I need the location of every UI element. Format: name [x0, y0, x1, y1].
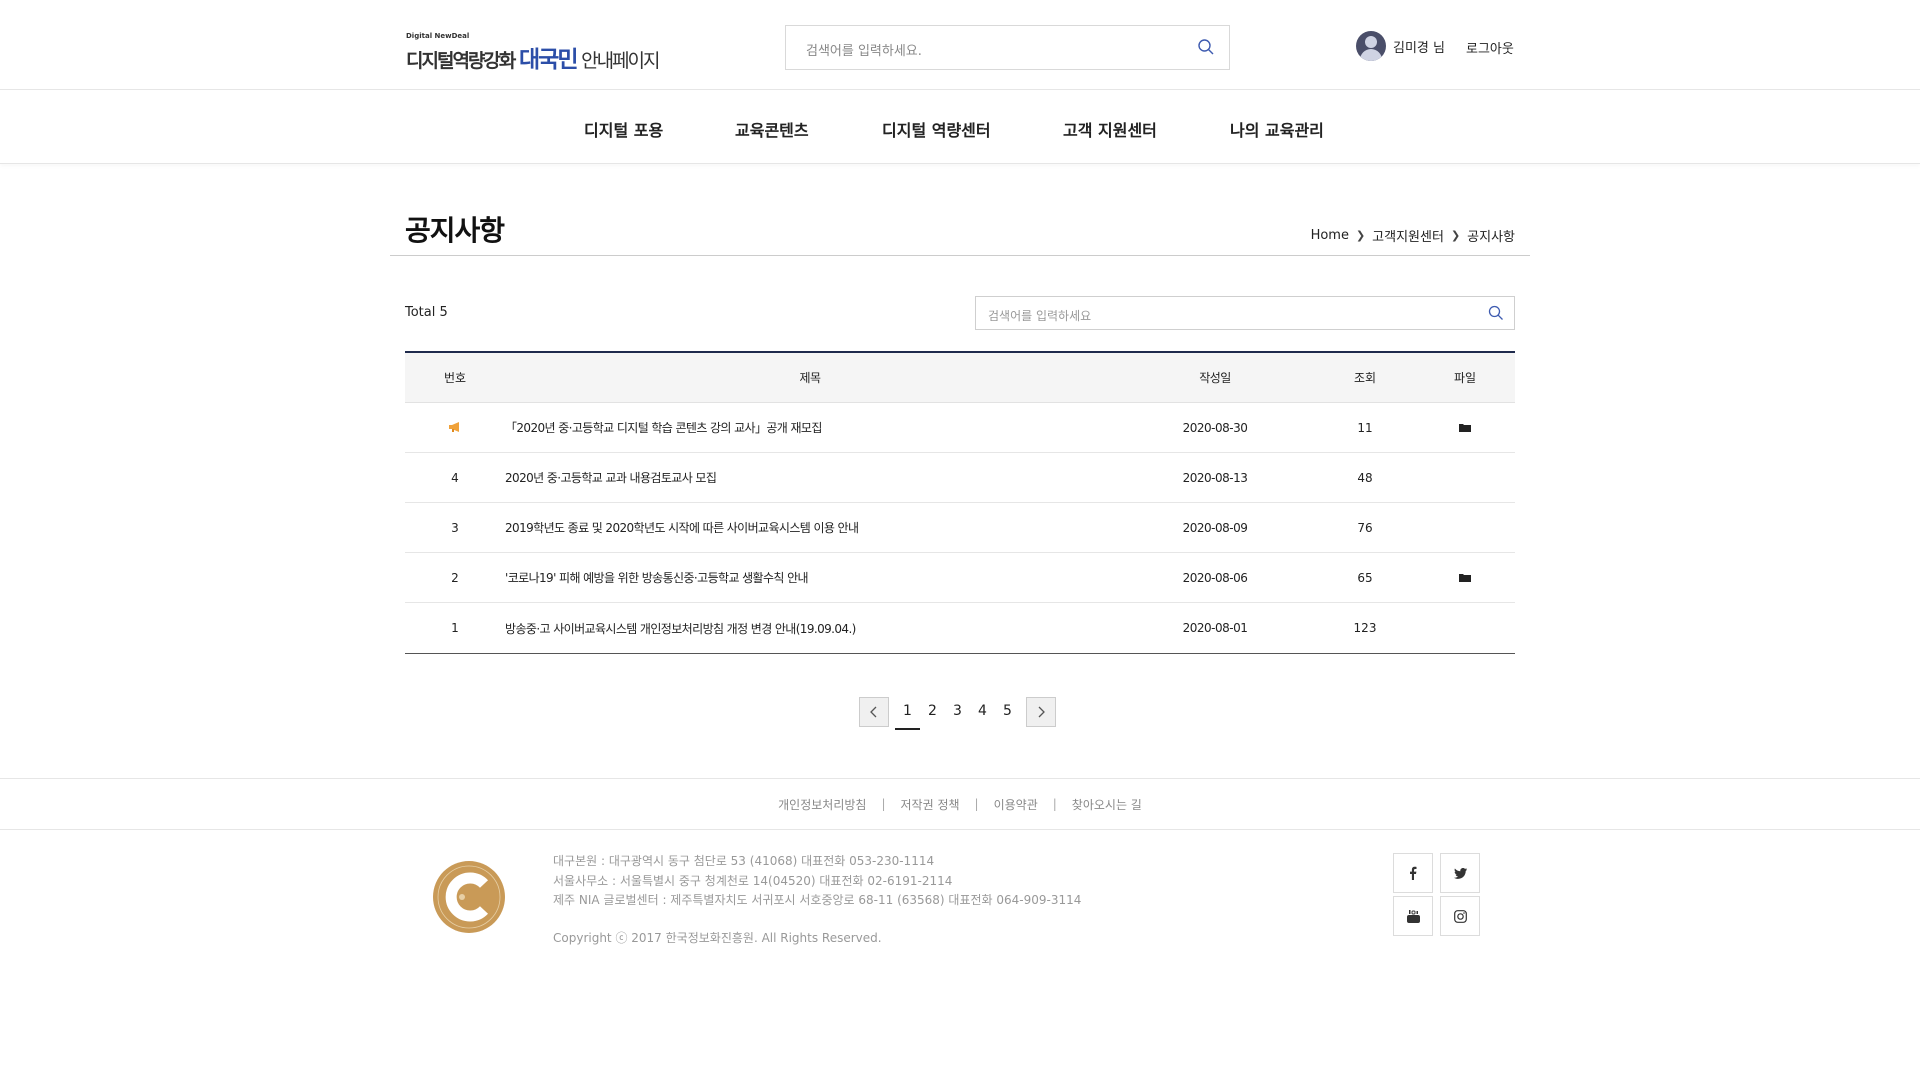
row-title[interactable]: 방송중·고 사이버교육시스템 개인정보처리방침 개정 변경 안내(19.09.0… — [505, 620, 1115, 637]
footer-link-privacy[interactable]: 개인정보처리방침 — [778, 796, 866, 813]
footer-info: 대구본원 : 대구광역시 동구 첨단로 53 (41068) 대표전화 053-… — [553, 852, 1081, 948]
youtube-icon[interactable] — [1393, 896, 1433, 936]
user-name: 김미경 님 — [1393, 40, 1445, 56]
nav-item-my-education[interactable]: 나의 교육관리 — [1230, 117, 1324, 141]
row-date: 2020-08-06 — [1182, 570, 1248, 585]
search-icon[interactable] — [1197, 38, 1215, 56]
breadcrumb-customer-center[interactable]: 고객지원센터 — [1372, 226, 1444, 245]
footer-address-daegu: 대구본원 : 대구광역시 동구 첨단로 53 (41068) 대표전화 053-… — [553, 854, 935, 868]
footer-separator: | — [974, 797, 979, 811]
row-date: 2020-08-01 — [1182, 621, 1248, 635]
header-search-input[interactable]: 검색어를 입력하세요. — [785, 25, 1230, 70]
col-header-title: 제목 — [799, 371, 821, 385]
footer-link-directions[interactable]: 찾아오시는 길 — [1072, 796, 1142, 813]
page-number-2[interactable]: 2 — [920, 697, 945, 727]
prev-page-button[interactable] — [859, 697, 889, 727]
nav-item-edu-contents[interactable]: 교육콘텐츠 — [735, 117, 809, 141]
footer-separator: | — [1052, 797, 1057, 811]
table-row[interactable]: 「2020년 중·고등학교 디지털 학습 콘텐츠 강의 교사」공개 재모집 20… — [405, 403, 1515, 453]
megaphone-icon — [449, 421, 459, 432]
logo-tagline: Digital NewDeal — [406, 32, 470, 40]
col-header-no: 번호 — [443, 371, 467, 385]
table-row[interactable]: 3 2019학년도 종료 및 2020학년도 시작에 따른 사이버교육시스템 이… — [405, 503, 1515, 553]
page-number-1[interactable]: 1 — [895, 697, 920, 730]
footer-link-terms[interactable]: 이용약관 — [994, 796, 1038, 813]
row-no: 3 — [451, 520, 459, 535]
table-row[interactable]: 1 방송중·고 사이버교육시스템 개인정보처리방침 개정 변경 안내(19.09… — [405, 603, 1515, 653]
page-number-3[interactable]: 3 — [945, 697, 970, 727]
footer-links: 개인정보처리방침 | 저작권 정책 | 이용약관 | 찾아오시는 길 — [0, 778, 1920, 830]
total-count: Total 5 — [405, 305, 448, 320]
site-logo[interactable]: Digital NewDeal 디지털역량강화 대국민 안내페이지 — [406, 32, 661, 73]
nav-item-customer-center[interactable]: 고객 지원센터 — [1063, 117, 1157, 141]
row-views: 76 — [1357, 520, 1373, 535]
logo-wordmark: 디지털역량강화 대국민 안내페이지 — [406, 40, 661, 74]
page-title: 공지사항 — [405, 214, 505, 247]
row-views: 123 — [1353, 621, 1377, 635]
col-header-views: 조회 — [1353, 371, 1377, 385]
row-file — [1415, 421, 1515, 435]
row-views: 11 — [1357, 420, 1373, 435]
search-icon[interactable] — [1488, 305, 1504, 321]
next-page-button[interactable] — [1026, 697, 1056, 727]
page-number-5[interactable]: 5 — [995, 697, 1020, 727]
footer-address-jeju: 제주 NIA 글로벌센터 : 제주특별자치도 서귀포시 서호중앙로 68-11 … — [553, 893, 1082, 907]
row-title[interactable]: 2020년 중·고등학교 교과 내용검토교사 모집 — [505, 469, 1115, 486]
nav-item-digital-center[interactable]: 디지털 역량센터 — [882, 117, 991, 141]
instagram-icon[interactable] — [1440, 896, 1480, 936]
row-no: 4 — [451, 470, 459, 485]
pagination: 1 2 3 4 5 — [859, 697, 1056, 730]
row-views: 48 — [1357, 470, 1373, 485]
user-info[interactable]: 김미경 님 — [1356, 31, 1445, 61]
breadcrumb-current: 공지사항 — [1467, 230, 1515, 245]
avatar — [1356, 31, 1386, 61]
chevron-right-icon — [1038, 706, 1045, 718]
row-date: 2020-08-30 — [1182, 420, 1248, 435]
table-row[interactable]: 2 '코로나19' 피해 예방을 위한 방송통신중·고등학교 생활수칙 안내 2… — [405, 553, 1515, 603]
row-file — [1415, 571, 1515, 585]
logo-part2: 대국민 — [519, 47, 579, 73]
row-date: 2020-08-13 — [1182, 470, 1248, 485]
row-no — [405, 421, 505, 435]
logo-part1: 디지털역량강화 — [406, 50, 516, 72]
notice-table: 번호 제목 작성일 조회 파일 「2020년 중·고등학교 디지털 학습 콘텐츠… — [405, 351, 1515, 654]
col-header-file: 파일 — [1453, 371, 1477, 385]
row-title[interactable]: 2019학년도 종료 및 2020학년도 시작에 따른 사이버교육시스템 이용 … — [505, 519, 1115, 536]
title-divider — [390, 255, 1530, 256]
table-row[interactable]: 4 2020년 중·고등학교 교과 내용검토교사 모집 2020-08-13 4… — [405, 453, 1515, 503]
folder-icon[interactable] — [1459, 573, 1471, 582]
logo-part3: 안내페이지 — [581, 50, 660, 72]
table-header: 번호 제목 작성일 조회 파일 — [405, 353, 1515, 403]
twitter-icon[interactable] — [1440, 853, 1480, 893]
row-date: 2020-08-09 — [1182, 520, 1248, 535]
site-header: Digital NewDeal 디지털역량강화 대국민 안내페이지 검색어를 입… — [0, 0, 1920, 90]
breadcrumb: Home ❯ 고객지원센터 ❯ 공지사항 — [1311, 226, 1515, 245]
main-nav: 디지털 포용 교육콘텐츠 디지털 역량센터 고객 지원센터 나의 교육관리 — [0, 90, 1920, 164]
folder-icon[interactable] — [1459, 423, 1471, 432]
facebook-icon[interactable] — [1393, 853, 1433, 893]
page-numbers: 1 2 3 4 5 — [895, 697, 1020, 730]
col-header-date: 작성일 — [1199, 371, 1231, 385]
nav-item-digital-inclusion[interactable]: 디지털 포용 — [584, 117, 663, 141]
row-no: 1 — [451, 621, 459, 635]
breadcrumb-home[interactable]: Home — [1311, 228, 1349, 243]
row-views: 65 — [1357, 570, 1373, 585]
chevron-right-icon: ❯ — [1355, 229, 1366, 242]
list-search-input[interactable]: 검색어를 입력하세요 — [975, 296, 1515, 330]
list-search-placeholder: 검색어를 입력하세요 — [988, 309, 1092, 323]
logout-link[interactable]: 로그아웃 — [1466, 38, 1514, 57]
chevron-left-icon — [870, 706, 877, 718]
row-title[interactable]: 「2020년 중·고등학교 디지털 학습 콘텐츠 강의 교사」공개 재모집 — [505, 419, 1115, 436]
row-title[interactable]: '코로나19' 피해 예방을 위한 방송통신중·고등학교 생활수칙 안내 — [505, 569, 1115, 586]
footer-copyright: Copyright ⓒ 2017 한국정보화진흥원. All Rights Re… — [553, 930, 882, 945]
page-number-4[interactable]: 4 — [970, 697, 995, 727]
row-no: 2 — [451, 570, 459, 585]
footer-link-copyright[interactable]: 저작권 정책 — [901, 796, 960, 813]
footer-logo — [433, 861, 505, 933]
header-search-placeholder: 검색어를 입력하세요. — [806, 44, 922, 59]
chevron-right-icon: ❯ — [1450, 229, 1461, 242]
footer-separator: | — [881, 797, 886, 811]
footer-address-seoul: 서울사무소 : 서울특별시 중구 청계천로 14(04520) 대표전화 02-… — [553, 873, 953, 888]
